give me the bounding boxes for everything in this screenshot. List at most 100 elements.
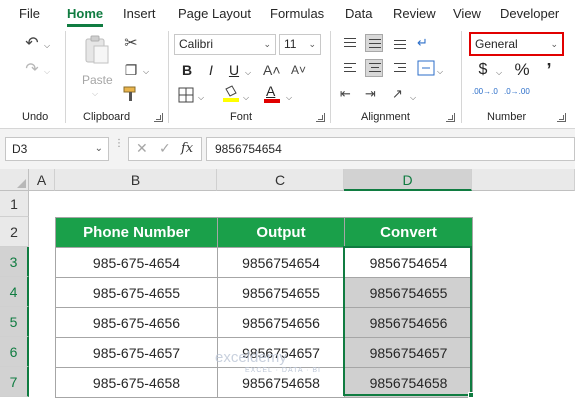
paste-dropdown-icon[interactable]: ⌵ — [92, 89, 98, 99]
ribbon: ↶ ⌵ ↷ ⌵ Undo Paste ⌵ ✂ ❐ ⌵ Clipboard Cal… — [0, 27, 575, 129]
redo-icon[interactable]: ↷ — [22, 61, 42, 79]
cell-c5[interactable]: 9856754656 — [217, 307, 345, 338]
fill-handle[interactable] — [468, 392, 474, 398]
merge-center-icon[interactable] — [417, 60, 435, 76]
tab-review[interactable]: Review — [393, 6, 436, 21]
font-size-value: 11 — [284, 37, 297, 51]
header-phone-number[interactable]: Phone Number — [55, 217, 218, 248]
formula-input[interactable]: 9856754654 — [206, 137, 575, 161]
cell-d5[interactable]: 9856754656 — [344, 307, 473, 338]
row-header-3[interactable]: 3 — [0, 247, 29, 277]
header-convert[interactable]: Convert — [344, 217, 473, 248]
decrease-decimal-button[interactable]: .0→.00 — [504, 87, 530, 105]
cell-d4[interactable]: 9856754655 — [344, 277, 473, 308]
cell-c4[interactable]: 9856754655 — [217, 277, 345, 308]
row-header-4[interactable]: 4 — [0, 277, 29, 307]
comma-style-button[interactable]: ’ — [540, 61, 558, 79]
center-button[interactable] — [365, 59, 383, 77]
underline-dropdown-icon[interactable]: ⌵ — [245, 68, 251, 78]
name-box[interactable]: D3 ⌄ — [5, 137, 109, 161]
formula-buttons: ✕ ✓ fx — [128, 137, 202, 161]
bold-button[interactable]: B — [178, 61, 196, 79]
format-painter-icon[interactable] — [122, 85, 140, 103]
tab-data[interactable]: Data — [345, 6, 372, 21]
percent-style-button[interactable]: % — [513, 61, 531, 79]
wrap-text-icon[interactable]: ↵ — [417, 34, 428, 52]
row-header-1[interactable]: 1 — [0, 191, 29, 217]
orientation-icon[interactable]: ↗ — [392, 85, 403, 103]
cell-b5[interactable]: 985-675-4656 — [55, 307, 218, 338]
column-header-b[interactable]: B — [55, 169, 217, 191]
tab-home[interactable]: Home — [67, 6, 103, 21]
tab-page-layout[interactable]: Page Layout — [178, 6, 251, 21]
tab-formulas[interactable]: Formulas — [270, 6, 324, 21]
borders-dropdown-icon[interactable]: ⌵ — [198, 93, 204, 103]
borders-icon[interactable] — [178, 87, 194, 103]
decrease-font-size-icon[interactable]: A˅ — [291, 61, 306, 79]
alignment-group-label: Alignment — [361, 111, 410, 123]
row-header-5[interactable]: 5 — [0, 307, 29, 337]
column-header-c[interactable]: C — [217, 169, 344, 191]
bottom-align-button[interactable] — [390, 34, 408, 52]
cell-c3[interactable]: 9856754654 — [217, 247, 345, 278]
italic-button[interactable]: I — [202, 61, 220, 79]
cut-icon[interactable]: ✂ — [122, 35, 140, 53]
row-header-7[interactable]: 7 — [0, 367, 29, 397]
row-header-2[interactable]: 2 — [0, 217, 29, 247]
cell-b6[interactable]: 985-675-4657 — [55, 337, 218, 368]
undo-dropdown-icon[interactable]: ⌵ — [44, 41, 50, 51]
tab-insert[interactable]: Insert — [123, 6, 156, 21]
header-output[interactable]: Output — [217, 217, 345, 248]
copy-dropdown-icon[interactable]: ⌵ — [143, 67, 149, 77]
table-row: 985-675-4654 9856754654 9856754654 — [55, 247, 473, 278]
decrease-indent-icon[interactable]: ⇤ — [340, 85, 351, 103]
enter-icon[interactable]: ✓ — [159, 140, 171, 157]
column-header-e[interactable] — [472, 169, 575, 191]
font-size-combo[interactable]: 11 ⌄ — [279, 34, 321, 55]
redo-dropdown-icon[interactable]: ⌵ — [44, 67, 50, 77]
cancel-icon[interactable]: ✕ — [136, 140, 148, 157]
cell-d3-active[interactable]: 9856754654 — [344, 247, 473, 278]
increase-decimal-button[interactable]: .00→.0 — [472, 87, 498, 105]
tab-developer[interactable]: Developer — [500, 6, 559, 21]
cell-d6[interactable]: 9856754657 — [344, 337, 473, 368]
clipboard-dialog-launcher-icon[interactable] — [154, 113, 163, 122]
paste-icon — [85, 35, 109, 64]
font-name-combo[interactable]: Calibri ⌄ — [174, 34, 276, 55]
orientation-dropdown-icon[interactable]: ⌵ — [410, 93, 416, 103]
alignment-dialog-launcher-icon[interactable] — [446, 113, 455, 122]
cell-d7[interactable]: 9856754658 — [344, 367, 473, 398]
currency-format-button[interactable]: $ — [474, 61, 492, 79]
select-all-button[interactable] — [0, 169, 29, 191]
table-row: 985-675-4655 9856754655 9856754655 — [55, 277, 473, 308]
underline-button[interactable]: U — [225, 61, 243, 79]
cell-b7[interactable]: 985-675-4658 — [55, 367, 218, 398]
paste-button[interactable]: Paste — [78, 35, 114, 91]
font-dialog-launcher-icon[interactable] — [316, 113, 325, 122]
number-format-combo[interactable]: General ⌄ — [469, 32, 564, 56]
top-align-button[interactable] — [340, 34, 358, 52]
align-left-button[interactable] — [340, 59, 358, 77]
font-color-dropdown-icon[interactable]: ⌵ — [286, 93, 292, 103]
increase-indent-icon[interactable]: ⇥ — [365, 85, 376, 103]
fill-color-dropdown-icon[interactable]: ⌵ — [243, 93, 249, 103]
align-right-button[interactable] — [390, 59, 408, 77]
number-dialog-launcher-icon[interactable] — [557, 113, 566, 122]
insert-function-icon[interactable]: fx — [181, 141, 193, 156]
tab-view[interactable]: View — [453, 6, 481, 21]
column-header-a[interactable]: A — [29, 169, 55, 191]
middle-align-button[interactable] — [365, 34, 383, 52]
copy-icon[interactable]: ❐ — [122, 61, 140, 79]
column-header-d[interactable]: D — [344, 169, 472, 191]
cell-b4[interactable]: 985-675-4655 — [55, 277, 218, 308]
font-color-icon[interactable]: A — [264, 83, 280, 103]
row-header-6[interactable]: 6 — [0, 337, 29, 367]
tab-file[interactable]: File — [19, 6, 40, 21]
increase-font-size-icon[interactable]: A˄ — [263, 61, 281, 79]
merge-dropdown-icon[interactable]: ⌵ — [437, 67, 443, 77]
cell-b3[interactable]: 985-675-4654 — [55, 247, 218, 278]
undo-icon[interactable]: ↶ — [22, 35, 42, 53]
currency-dropdown-icon[interactable]: ⌵ — [496, 68, 502, 78]
formula-bar-grip-icon[interactable]: ⋮ — [114, 139, 124, 149]
fill-color-icon[interactable] — [222, 85, 240, 103]
